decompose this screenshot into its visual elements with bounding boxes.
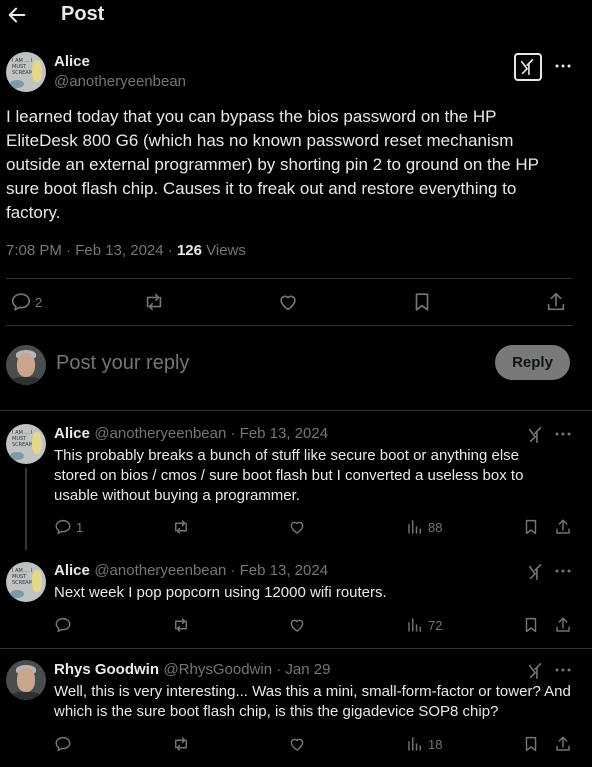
reply-input[interactable]: Post your reply [56, 352, 189, 375]
reply-action[interactable]: 1 [54, 518, 83, 536]
views-count: 18 [428, 736, 443, 752]
reply-count: 2 [35, 294, 43, 310]
author-name[interactable]: Alice [54, 425, 90, 442]
repost-icon[interactable] [143, 291, 165, 313]
bookmark-icon[interactable] [522, 616, 540, 634]
bookmark-icon[interactable] [411, 291, 433, 313]
avatar-text: I AM ... I MUST SCREAM [12, 58, 34, 76]
page-title: Post [61, 3, 105, 25]
views-count: 88 [428, 519, 443, 535]
repost-icon[interactable] [172, 735, 190, 753]
like-icon[interactable] [288, 518, 306, 536]
back-arrow-icon[interactable] [6, 4, 28, 26]
more-options-icon[interactable] [554, 662, 572, 678]
divider [0, 410, 592, 411]
grok-icon[interactable] [527, 426, 545, 444]
avatar[interactable] [6, 660, 46, 700]
author-name[interactable]: Alice [54, 53, 90, 70]
divider [6, 278, 572, 279]
share-icon[interactable] [554, 518, 572, 536]
views-action[interactable]: 72 [406, 616, 442, 634]
divider [6, 325, 572, 326]
more-options-icon[interactable] [554, 563, 572, 579]
views-count: 72 [428, 617, 443, 633]
author-handle[interactable]: @anotheryeenbean [54, 73, 186, 90]
reply-header: Alice @anotheryeenbean · Feb 13, 2024 [54, 425, 328, 443]
avatar[interactable]: I AM ... I MUST SCREAM [6, 562, 46, 602]
more-options-icon[interactable] [554, 58, 572, 74]
reply-header: Alice @anotheryeenbean · Feb 13, 2024 [54, 562, 328, 580]
avatar-text: I AM ... I MUST SCREAM [12, 568, 34, 586]
avatar[interactable]: I AM ... I MUST SCREAM [6, 52, 46, 92]
author-handle-date[interactable]: @anotheryeenbean · Feb 13, 2024 [94, 562, 328, 579]
bookmark-icon[interactable] [522, 735, 540, 753]
author-name[interactable]: Rhys Goodwin [54, 661, 159, 678]
more-options-icon[interactable] [554, 426, 572, 442]
repost-icon[interactable] [172, 518, 190, 536]
avatar[interactable] [6, 345, 46, 385]
author-handle-date[interactable]: @anotheryeenbean · Feb 13, 2024 [94, 425, 328, 442]
reply-text: Well, this is very interesting... Was th… [54, 683, 571, 720]
views-count: 126 [176, 242, 202, 259]
analytics-icon [408, 618, 421, 632]
reply-header: Rhys Goodwin @RhysGoodwin · Jan 29 [54, 661, 330, 679]
author-handle-date[interactable]: @RhysGoodwin · Jan 29 [163, 661, 330, 678]
reply-icon [11, 293, 31, 311]
author-name[interactable]: Alice [54, 562, 90, 579]
grok-icon [520, 58, 534, 76]
like-icon[interactable] [288, 735, 306, 753]
like-icon[interactable] [277, 291, 299, 313]
post-text: I learned today that you can bypass the … [6, 107, 539, 222]
avatar[interactable]: I AM ... I MUST SCREAM [6, 424, 46, 464]
reply-icon[interactable] [54, 735, 72, 753]
grok-icon[interactable] [527, 662, 545, 680]
reply-button[interactable]: Reply [495, 345, 570, 380]
views-action[interactable]: 18 [406, 735, 442, 753]
analytics-icon [408, 520, 421, 534]
reply-text: Next week I pop popcorn using 12000 wifi… [54, 584, 387, 601]
reply-icon [55, 519, 71, 535]
grok-icon[interactable] [527, 563, 545, 581]
views-label: Views [201, 242, 246, 259]
share-icon[interactable] [545, 291, 567, 313]
reply-action[interactable]: 2 [10, 291, 42, 313]
avatar-text: I AM ... I MUST SCREAM [12, 430, 34, 448]
repost-icon[interactable] [172, 616, 190, 634]
divider [0, 648, 592, 649]
post-timestamp[interactable]: 7:08 PM · Feb 13, 2024 · [6, 242, 177, 259]
views-action[interactable]: 88 [406, 518, 442, 536]
reply-text: This probably breaks a bunch of stuff li… [54, 447, 524, 504]
analytics-icon [408, 737, 421, 751]
grok-button[interactable] [514, 53, 542, 81]
bookmark-icon[interactable] [522, 518, 540, 536]
reply-count: 1 [76, 519, 84, 535]
post-meta: 7:08 PM · Feb 13, 2024 · 126 Views [6, 242, 246, 259]
like-icon[interactable] [288, 616, 306, 634]
reply-icon[interactable] [54, 616, 72, 634]
share-icon[interactable] [554, 616, 572, 634]
share-icon[interactable] [554, 735, 572, 753]
thread-line [25, 468, 27, 550]
